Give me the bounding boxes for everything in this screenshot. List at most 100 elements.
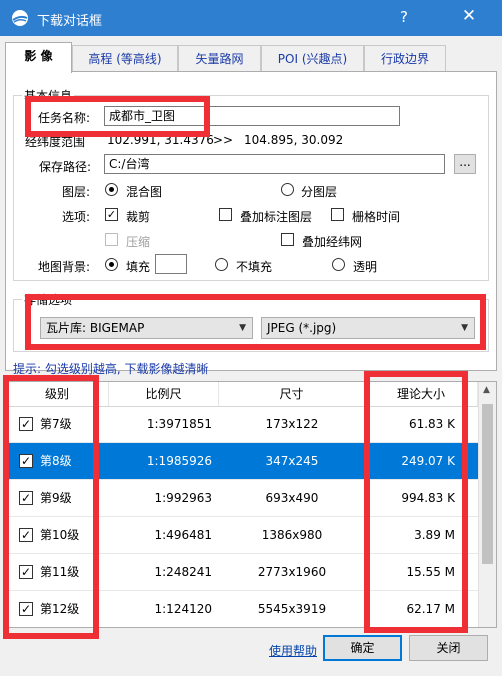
bg-label: 地图背景: (38, 260, 91, 274)
bg-color-swatch[interactable] (155, 254, 187, 274)
range-separator: >> (213, 133, 234, 147)
ok-button[interactable]: 确定 (323, 635, 402, 661)
tab-imagery[interactable]: 影 像 (5, 42, 72, 73)
format-value: JPEG (*.jpg) (267, 321, 337, 335)
cell-estimated-size: 15.55 M (406, 565, 455, 579)
close-button[interactable]: 关闭 (409, 635, 488, 661)
layer-label: 图层: (62, 185, 91, 199)
tab-vector-roads[interactable]: 矢量路网 (178, 45, 261, 71)
cell-size: 173x122 (265, 417, 319, 431)
header-scale[interactable]: 比例尺 (109, 382, 219, 406)
cell-level: 第7级 (40, 417, 72, 431)
cell-level: 第12级 (40, 602, 80, 616)
table-row[interactable]: ✓ 第9级 1:992963 693x490 994.83 K (6, 480, 496, 517)
bg-fill-radio[interactable] (105, 258, 118, 271)
cell-estimated-size: 3.89 M (414, 528, 455, 542)
header-size[interactable]: 尺寸 (219, 382, 365, 406)
cell-estimated-size: 62.17 M (406, 602, 455, 616)
cell-size: 5545x3919 (257, 602, 327, 616)
tab-bar: 影 像 高程 (等高线) 矢量路网 POI (兴趣点) 行政边界 (5, 42, 497, 73)
tab-poi[interactable]: POI (兴趣点) (261, 45, 364, 71)
level-checkbox[interactable]: ✓ (19, 454, 33, 468)
table-header: 级别 比例尺 尺寸 理论大小 (6, 382, 496, 407)
layer-mixed-label: 混合图 (126, 185, 163, 199)
app-globe-icon (12, 10, 28, 26)
cell-scale: 1:1985926 (146, 454, 212, 468)
crop-checkbox[interactable]: ✓ (105, 208, 118, 221)
level-checkbox[interactable]: ✓ (19, 602, 33, 616)
bg-nofill-radio[interactable] (215, 258, 228, 271)
cell-estimated-size: 249.07 K (401, 454, 455, 468)
cell-scale: 1:3971851 (146, 417, 212, 431)
options-label: 选项: (62, 210, 91, 224)
table-scrollbar[interactable]: ▲ (478, 382, 496, 627)
help-link[interactable]: 使用帮助 (269, 642, 317, 659)
table-row[interactable]: ✓ 第10级 1:496481 1386x980 3.89 M (6, 517, 496, 554)
cell-scale: 1:496481 (154, 528, 213, 542)
hint-text: 提示: 勾选级别越高, 下载影像越清晰 (13, 362, 209, 376)
browse-button[interactable]: ... (454, 154, 476, 174)
level-checkbox[interactable]: ✓ (19, 565, 33, 579)
cell-estimated-size: 994.83 K (401, 491, 455, 505)
cell-estimated-size: 61.83 K (408, 417, 455, 431)
overlay-label-label: 叠加标注图层 (240, 210, 313, 224)
table-row[interactable]: ✓ 第7级 1:3971851 173x122 61.83 K (6, 406, 496, 443)
crop-label: 裁剪 (126, 210, 151, 224)
chevron-down-icon: ▼ (239, 323, 246, 333)
cell-size: 347x245 (265, 454, 319, 468)
compress-label: 压缩 (126, 235, 151, 249)
level-checkbox[interactable]: ✓ (19, 491, 33, 505)
cell-level: 第9级 (40, 491, 72, 505)
title-bar: 下载对话框 ? ✕ (0, 0, 502, 36)
bg-nofill-label: 不填充 (236, 260, 273, 274)
cell-scale: 1:248241 (154, 565, 213, 579)
basic-info-label: 基本信息 (22, 87, 75, 104)
help-icon[interactable]: ? (400, 8, 408, 26)
save-path-label: 保存路径: (39, 160, 92, 174)
layer-mixed-radio[interactable] (105, 183, 118, 196)
cell-scale: 1:992963 (154, 491, 213, 505)
scroll-up-icon[interactable]: ▲ (483, 385, 490, 395)
tile-library-value: 瓦片库: BIGEMAP (46, 321, 145, 335)
tab-admin-boundary[interactable]: 行政边界 (364, 45, 446, 71)
overlay-grid-checkbox[interactable] (281, 233, 294, 246)
cell-scale: 1:124120 (154, 602, 213, 616)
scrollbar-thumb[interactable] (482, 404, 493, 564)
range-to: 104.895, 30.092 (244, 133, 344, 147)
layer-split-radio[interactable] (281, 183, 294, 196)
task-name-input[interactable]: 成都市_卫图 (104, 106, 400, 126)
cell-size: 693x490 (265, 491, 319, 505)
cell-size: 2773x1960 (257, 565, 327, 579)
table-row-selected[interactable]: ✓ 第8级 1:1985926 347x245 249.07 K (6, 443, 496, 480)
tile-library-select[interactable]: 瓦片库: BIGEMAP ▼ (40, 317, 253, 339)
format-select[interactable]: JPEG (*.jpg) ▼ (261, 317, 475, 339)
save-path-input[interactable]: C:/台湾 (104, 154, 445, 174)
layer-split-label: 分图层 (301, 185, 338, 199)
level-checkbox[interactable]: ✓ (19, 417, 33, 431)
task-name-label: 任务名称: (38, 111, 91, 125)
table-row[interactable]: ✓ 第12级 1:124120 5545x3919 62.17 M (6, 591, 496, 627)
bg-transparent-radio[interactable] (332, 258, 345, 271)
close-icon[interactable]: ✕ (456, 6, 482, 26)
table-row[interactable]: ✓ 第11级 1:248241 2773x1960 15.55 M (6, 554, 496, 591)
level-checkbox[interactable]: ✓ (19, 528, 33, 542)
grid-time-label: 栅格时间 (352, 210, 401, 224)
tab-elevation[interactable]: 高程 (等高线) (72, 45, 178, 71)
bg-fill-label: 填充 (126, 260, 151, 274)
bg-transparent-label: 透明 (353, 260, 378, 274)
cell-level: 第10级 (40, 528, 80, 542)
chevron-down-icon: ▼ (461, 323, 468, 333)
level-table: 级别 比例尺 尺寸 理论大小 ✓ 第7级 1:3971851 173x122 6… (5, 381, 497, 628)
cell-level: 第8级 (40, 454, 72, 468)
cell-level: 第11级 (40, 565, 80, 579)
cell-size: 1386x980 (261, 528, 323, 542)
storage-label: 存储选项 (22, 291, 75, 308)
header-level[interactable]: 级别 (6, 382, 109, 406)
grid-time-checkbox[interactable] (331, 208, 344, 221)
overlay-grid-label: 叠加经纬网 (302, 235, 363, 249)
header-estimated-size[interactable]: 理论大小 (365, 382, 478, 406)
window-title: 下载对话框 (37, 14, 103, 29)
overlay-label-checkbox[interactable] (219, 208, 232, 221)
range-label: 经纬度范围 (25, 135, 86, 149)
range-from: 102.991, 31.4376 (107, 133, 214, 147)
